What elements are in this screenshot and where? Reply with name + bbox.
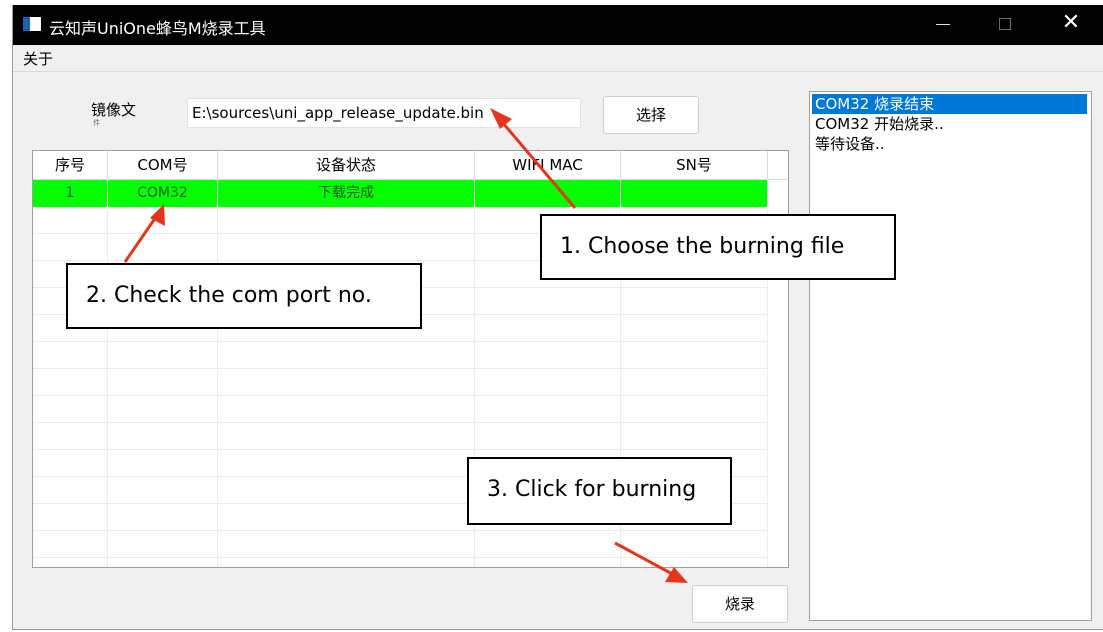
image-file-label: 镜像文	[91, 101, 137, 119]
cell-index: 1	[33, 180, 108, 207]
col-header-com[interactable]: COM号	[108, 151, 218, 179]
image-file-label-cont: 件	[93, 119, 100, 127]
col-header-status[interactable]: 设备状态	[218, 151, 475, 179]
log-item[interactable]: COM32 开始烧录..	[812, 114, 1087, 134]
app-icon	[23, 17, 41, 31]
col-header-index[interactable]: 序号	[33, 151, 108, 179]
close-icon[interactable]: ✕	[1059, 12, 1083, 35]
empty-row	[33, 342, 768, 369]
grid-line	[217, 179, 218, 567]
annotation-callout-choose-file: 1. Choose the burning file	[540, 214, 896, 280]
empty-row	[33, 531, 768, 558]
maximize-icon[interactable]	[993, 13, 1017, 35]
col-header-sn[interactable]: SN号	[621, 151, 768, 179]
log-item[interactable]: COM32 烧录结束	[812, 94, 1087, 114]
cell-status: 下载完成	[218, 180, 475, 207]
window-title: 云知声UniOne蜂鸟M烧录工具	[49, 19, 266, 38]
log-list[interactable]: COM32 烧录结束 COM32 开始烧录.. 等待设备..	[809, 91, 1092, 621]
title-bar: 云知声UniOne蜂鸟M烧录工具 ✕	[13, 5, 1103, 45]
minimize-icon[interactable]	[931, 13, 955, 35]
table-header: 序号 COM号 设备状态 WIFI MAC SN号	[33, 151, 788, 180]
grid-line	[107, 179, 108, 567]
empty-row	[33, 396, 768, 423]
empty-row	[33, 423, 768, 450]
image-path-field[interactable]	[187, 98, 581, 128]
burn-button[interactable]: 烧录	[692, 585, 788, 623]
empty-row	[33, 369, 768, 396]
menu-bar: 关于	[13, 45, 1103, 72]
select-file-button[interactable]: 选择	[603, 96, 699, 134]
cell-sn	[621, 180, 768, 207]
annotation-callout-check-port: 2. Check the com port no.	[66, 263, 422, 329]
col-header-wifi-mac[interactable]: WIFI MAC	[475, 151, 621, 179]
log-item[interactable]: 等待设备..	[812, 134, 1087, 154]
cell-wifi-mac	[475, 180, 621, 207]
menu-about[interactable]: 关于	[23, 48, 53, 69]
table-row[interactable]: 1 COM32 下载完成	[33, 180, 768, 207]
cell-com: COM32	[108, 180, 218, 207]
annotation-callout-click-burn: 3. Click for burning	[467, 457, 732, 525]
